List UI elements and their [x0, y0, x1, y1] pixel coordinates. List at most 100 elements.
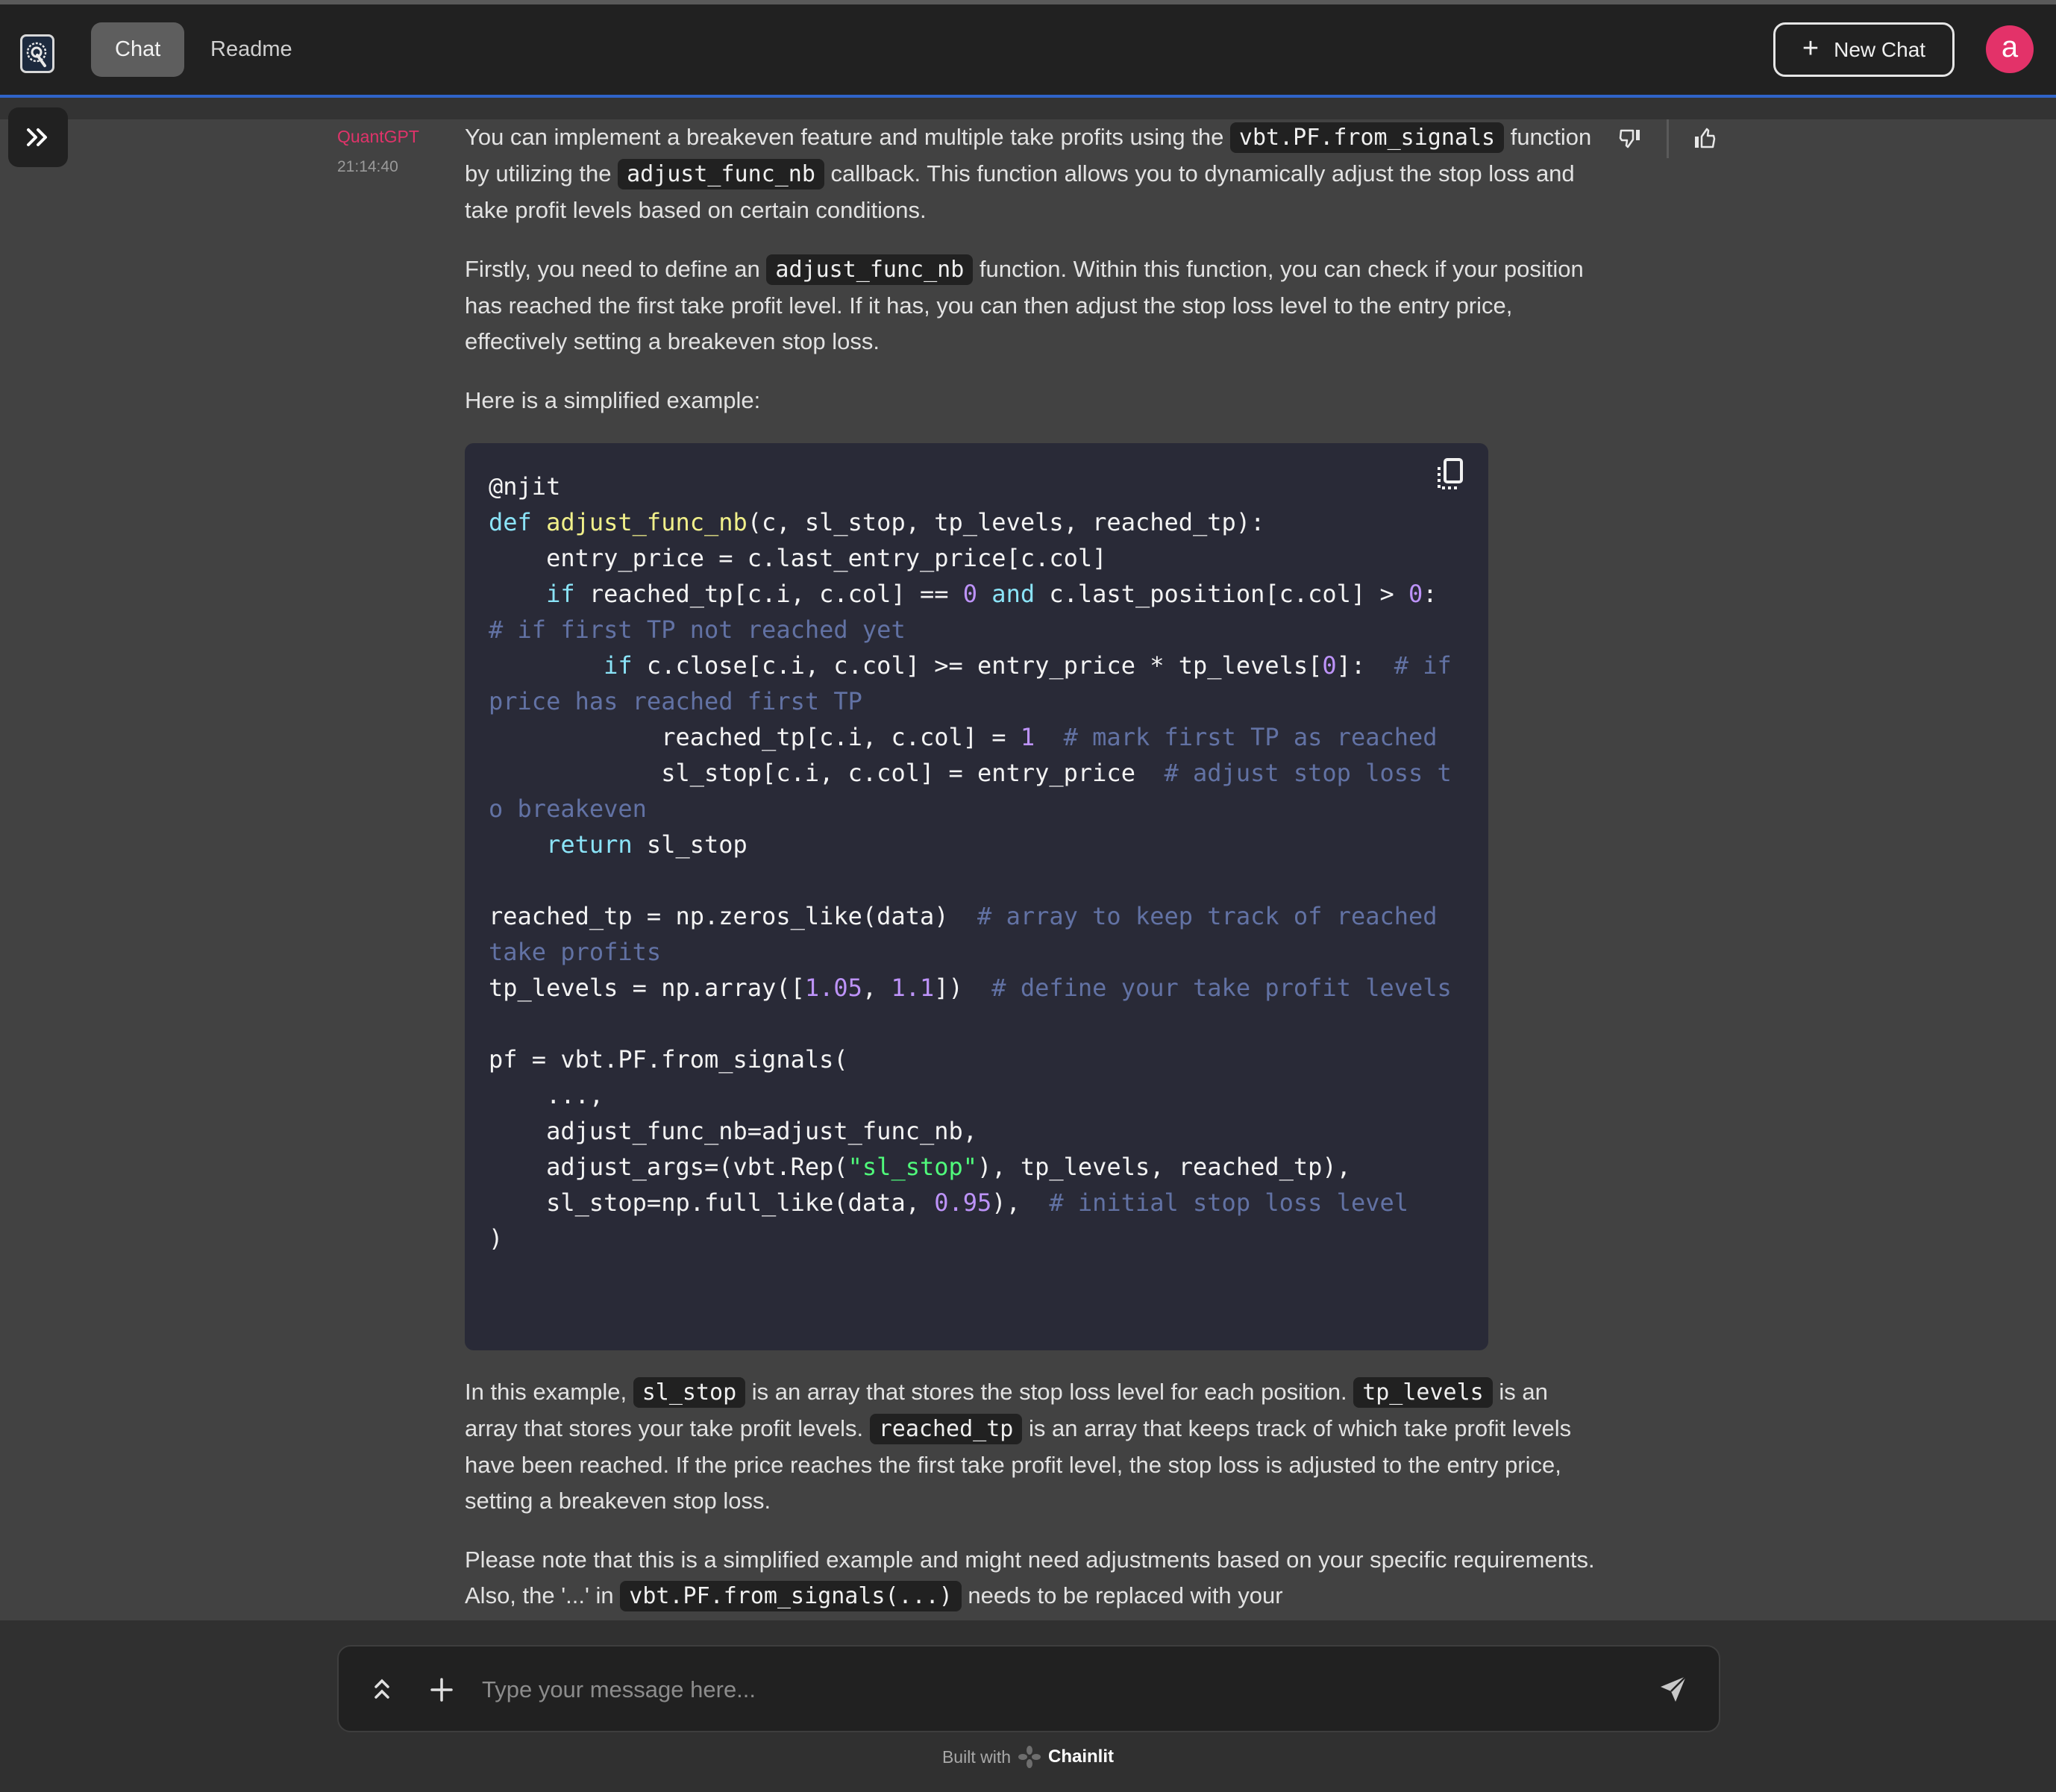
- tab-chat-label: Chat: [115, 37, 161, 61]
- message-feedback: [1611, 118, 1724, 160]
- code-text: sl_stop[c.i, c.col] = entry_price: [489, 759, 1165, 787]
- code-keyword: if: [546, 580, 575, 608]
- new-chat-label: New Chat: [1834, 37, 1926, 61]
- code-text: reached_tp[c.i, c.col] =: [489, 723, 1021, 751]
- code-number: 1.05: [804, 974, 862, 1002]
- code-keyword: if: [604, 651, 633, 680]
- tab-chat[interactable]: Chat: [91, 22, 185, 77]
- code-text: tp_levels = np.array([: [489, 974, 805, 1002]
- message-content: You can implement a breakeven feature an…: [465, 119, 1599, 442]
- inline-code: adjust_func_nb: [766, 254, 974, 285]
- thumbs-down-icon: [1619, 129, 1640, 148]
- code-line: adjust_func_nb=adjust_func_nb,: [489, 1117, 978, 1145]
- message-timestamp: 21:14:40: [337, 158, 398, 175]
- paragraph-define: Firstly, you need to define an adjust_fu…: [465, 251, 1599, 360]
- tab-readme-label: Readme: [210, 37, 292, 61]
- code-text: (c, sl_stop, tp_levels, reached_tp):: [747, 508, 1265, 536]
- text-span: In this example,: [465, 1379, 633, 1405]
- paragraph-intro: You can implement a breakeven feature an…: [465, 119, 1599, 228]
- open-sidebar-button[interactable]: [8, 107, 68, 167]
- code-block: @njit def adjust_func_nb(c, sl_stop, tp_…: [465, 443, 1488, 1350]
- code-comment: # if first TP not reached yet: [489, 615, 906, 644]
- attach-button[interactable]: [427, 1673, 457, 1706]
- code-text: adjust_args=(vbt.Rep(: [489, 1153, 848, 1181]
- code-function-name: adjust_func_nb: [546, 508, 748, 536]
- text-span: needs to be replaced with your: [961, 1582, 1283, 1608]
- code-number: 0: [1408, 580, 1423, 608]
- paragraph-note: Please note that this is a simplified ex…: [465, 1542, 1599, 1614]
- avatar-initial: a: [2001, 30, 2019, 63]
- chevrons-up-icon: [374, 1679, 389, 1699]
- code-content: @njit def adjust_func_nb(c, sl_stop, tp_…: [489, 469, 1458, 1256]
- paragraph-example-intro: Here is a simplified example:: [465, 387, 761, 413]
- message-input[interactable]: [482, 1667, 1646, 1712]
- chainlit-logo-icon[interactable]: [1018, 1746, 1041, 1768]
- code-text: sl_stop=np.full_like(data,: [489, 1188, 935, 1217]
- code-line: @njit: [489, 472, 561, 501]
- built-with-footer: Built with Chainlit: [0, 1746, 2056, 1768]
- inline-code: vbt.PF.from_signals: [1229, 122, 1505, 153]
- code-text: ,: [862, 974, 891, 1002]
- code-text: ),: [991, 1188, 1050, 1217]
- code-number: 0.95: [934, 1188, 992, 1217]
- thumbs-up-icon: [1695, 128, 1716, 148]
- feedback-divider: [1667, 119, 1669, 158]
- plus-icon: [430, 1678, 453, 1702]
- user-avatar[interactable]: a: [1986, 25, 2034, 73]
- text-span: You can implement a breakeven feature an…: [465, 124, 1230, 150]
- message-content-continued: In this example, sl_stop is an array tha…: [465, 1374, 1599, 1638]
- copy-code-button[interactable]: [1435, 457, 1466, 492]
- send-icon: [1661, 1676, 1687, 1702]
- code-text: ]): [934, 974, 992, 1002]
- logo-q-icon: [26, 42, 47, 67]
- code-line: ...,: [489, 1081, 604, 1109]
- chevrons-right-icon: [27, 128, 47, 146]
- code-keyword: def: [489, 508, 532, 536]
- code-text: ]:: [1336, 651, 1394, 680]
- text-span: Firstly, you need to define an: [465, 256, 767, 282]
- code-text: ), tp_levels, reached_tp),: [977, 1153, 1351, 1181]
- text-span: is an array that stores the stop loss le…: [745, 1379, 1354, 1405]
- code-text: :: [1423, 580, 1467, 608]
- code-string: "sl_stop": [847, 1153, 978, 1181]
- code-text: reached_tp = np.zeros_like(data): [489, 902, 978, 930]
- built-with-label: Built with: [941, 1746, 1012, 1767]
- thumbs-down-button[interactable]: [1611, 119, 1650, 158]
- paragraph-explanation: In this example, sl_stop is an array tha…: [465, 1374, 1599, 1519]
- code-comment: # mark first TP as reached: [1063, 723, 1438, 751]
- code-number: 0: [962, 580, 978, 608]
- new-chat-button[interactable]: + New Chat: [1773, 22, 1955, 77]
- code-keyword: return: [546, 830, 633, 859]
- code-line: entry_price = c.last_entry_price[c.col]: [489, 544, 1107, 572]
- code-keyword: and: [991, 580, 1035, 608]
- top-header: Chat Readme + New Chat a: [0, 4, 2056, 95]
- tab-readme[interactable]: Readme: [187, 22, 316, 77]
- inline-code: sl_stop: [633, 1377, 746, 1408]
- copy-icon: [1438, 458, 1463, 489]
- code-text: c.last_position[c.col] >: [1035, 580, 1408, 608]
- plus-icon: +: [1802, 32, 1820, 64]
- inline-code: adjust_func_nb: [618, 159, 824, 189]
- code-text: reached_tp[c.i, c.col] ==: [574, 580, 963, 608]
- code-line: ): [489, 1224, 504, 1253]
- code-number: 1: [1020, 723, 1035, 751]
- code-line: pf = vbt.PF.from_signals(: [489, 1045, 848, 1074]
- code-comment: # initial stop loss level: [1049, 1188, 1408, 1217]
- inline-code: tp_levels: [1353, 1377, 1493, 1408]
- chainlit-brand-link[interactable]: Chainlit: [1048, 1746, 1114, 1767]
- send-button[interactable]: [1656, 1672, 1690, 1706]
- inline-code: reached_tp: [869, 1414, 1023, 1444]
- code-text: sl_stop: [632, 830, 748, 859]
- code-number: 0: [1322, 651, 1337, 680]
- scroll-up-button[interactable]: [367, 1673, 397, 1706]
- message-composer: [337, 1645, 1720, 1732]
- code-number: 1.1: [891, 974, 935, 1002]
- code-comment: # define your take profit levels: [991, 974, 1452, 1002]
- thumbs-up-button[interactable]: [1685, 119, 1724, 158]
- code-text: c.close[c.i, c.col] >= entry_price * tp_…: [632, 651, 1323, 680]
- app-logo[interactable]: [20, 34, 54, 73]
- message-author: QuantGPT: [337, 127, 419, 146]
